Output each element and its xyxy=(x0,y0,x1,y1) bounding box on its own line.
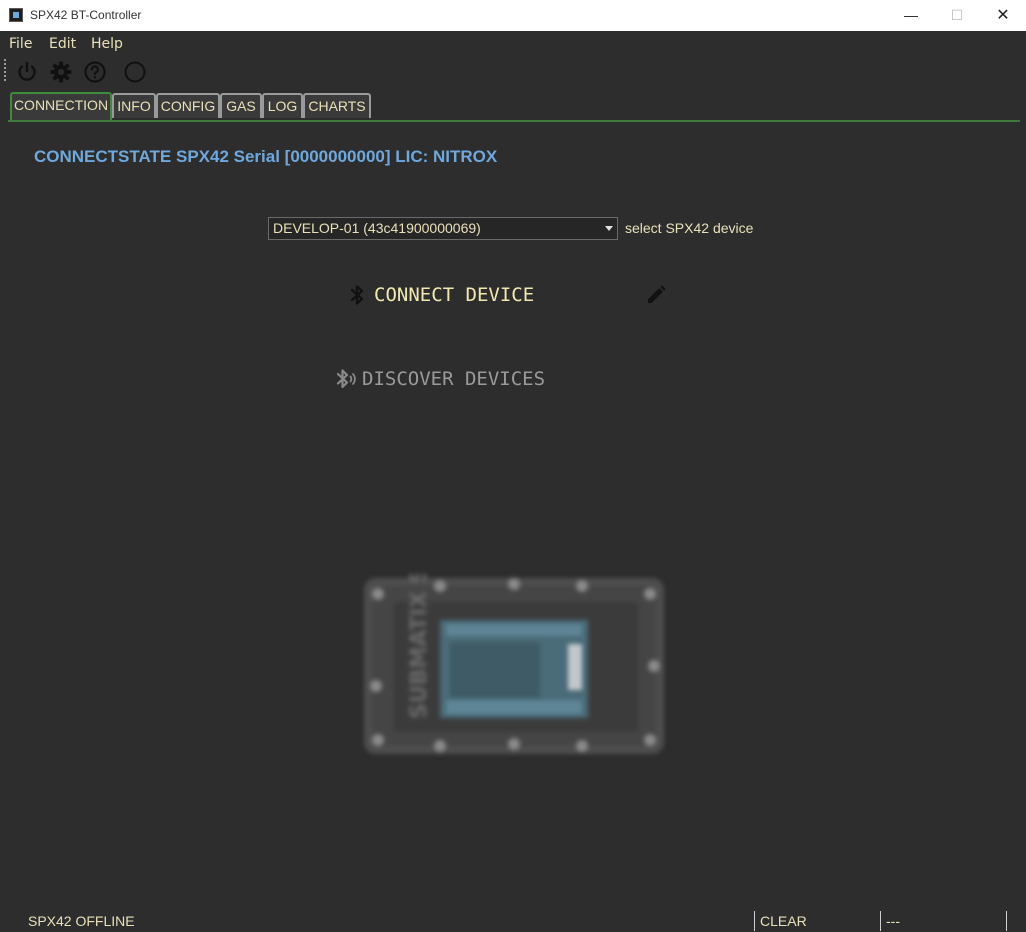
busy-indicator-icon xyxy=(124,61,146,83)
power-icon[interactable] xyxy=(15,60,39,84)
connect-state-label: CONNECTSTATE SPX42 Serial [0000000000] L… xyxy=(34,147,498,166)
app-icon xyxy=(9,8,23,22)
tab-charts[interactable]: CHARTS xyxy=(303,93,371,118)
connect-device-button[interactable]: CONNECT DEVICE xyxy=(345,280,565,310)
tab-connection[interactable]: CONNECTION xyxy=(10,92,112,120)
device-select-label: select SPX42 device xyxy=(625,220,754,236)
device-image-caption: SUBMATIX SPX42 xyxy=(407,574,432,719)
menu-edit[interactable]: Edit xyxy=(49,36,76,52)
status-separator xyxy=(880,911,881,931)
tab-info[interactable]: INFO xyxy=(112,93,156,118)
gear-icon[interactable] xyxy=(49,60,73,84)
device-select-value: DEVELOP-01 (43c41900000069) xyxy=(273,220,481,236)
toolbar-grip[interactable] xyxy=(4,59,6,83)
close-button[interactable]: ✕ xyxy=(980,0,1026,31)
dropdown-arrow-icon[interactable] xyxy=(605,226,613,231)
title-bar: SPX42 BT-Controller — ☐ ✕ xyxy=(0,0,1026,31)
tab-log[interactable]: LOG xyxy=(262,93,303,118)
spx42-device-image: SUBMATIX SPX42 xyxy=(364,574,664,754)
tab-gas[interactable]: GAS xyxy=(220,93,262,118)
connect-device-label: CONNECT DEVICE xyxy=(374,284,535,306)
tab-divider xyxy=(8,120,1020,122)
menu-bar: File Edit Help xyxy=(0,31,1026,56)
discover-devices-label: DISCOVER DEVICES xyxy=(362,368,546,390)
status-info: --- xyxy=(886,913,900,929)
minimize-button[interactable]: — xyxy=(888,0,934,31)
status-separator xyxy=(1006,911,1007,931)
bluetooth-icon xyxy=(350,285,364,305)
help-icon[interactable] xyxy=(83,60,107,84)
status-bar: SPX42 OFFLINE CLEAR --- xyxy=(0,906,1026,932)
bluetooth-searching-icon xyxy=(336,369,356,389)
status-action: CLEAR xyxy=(760,913,807,929)
discover-devices-button[interactable]: DISCOVER DEVICES xyxy=(333,364,573,394)
device-select[interactable]: DEVELOP-01 (43c41900000069) xyxy=(268,217,618,240)
edit-pencil-icon[interactable] xyxy=(645,284,667,306)
window-title: SPX42 BT-Controller xyxy=(30,8,142,22)
tab-bar: CONNECTION INFO CONFIG GAS LOG CHARTS xyxy=(0,92,1026,122)
maximize-button[interactable]: ☐ xyxy=(934,0,980,31)
tab-config[interactable]: CONFIG xyxy=(156,93,220,118)
menu-help[interactable]: Help xyxy=(91,36,123,52)
status-separator xyxy=(754,911,755,931)
toolbar xyxy=(0,57,1026,87)
status-connection: SPX42 OFFLINE xyxy=(28,913,135,929)
menu-file[interactable]: File xyxy=(9,36,32,52)
